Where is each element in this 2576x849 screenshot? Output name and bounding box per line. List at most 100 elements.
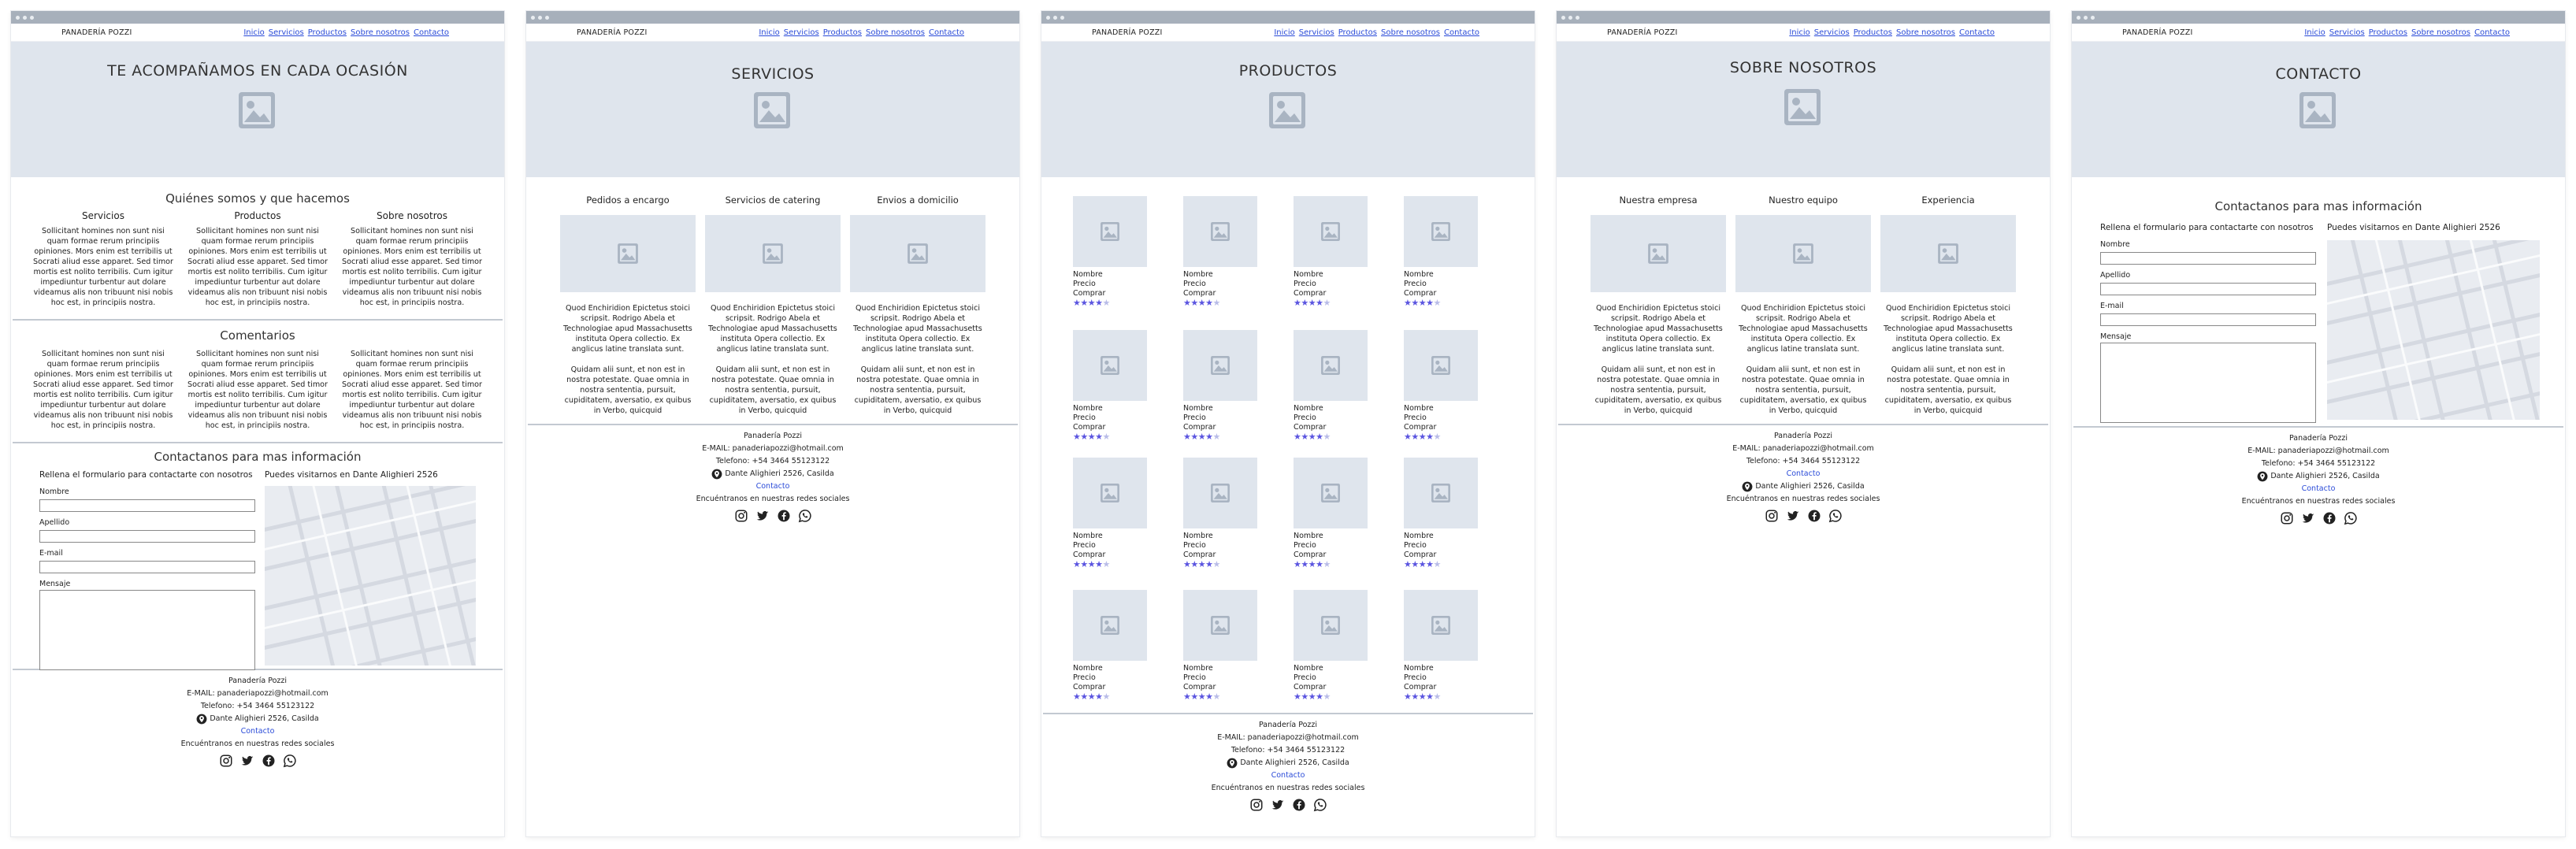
product-card[interactable]: Nombre Precio Comprar ★★★★★	[1404, 330, 1478, 442]
column-title-productos: Productos	[234, 210, 281, 221]
footer-contact-link[interactable]: Contacto	[526, 480, 1019, 493]
nav-link-sobre-nosotros[interactable]: Sobre nosotros	[351, 28, 410, 37]
brand-logo[interactable]: PANADERÍA POZZI	[61, 28, 132, 37]
hero-banner: CONTACTO	[2072, 42, 2565, 177]
twitter-icon[interactable]	[240, 754, 254, 768]
email-label: E-mail	[39, 549, 63, 558]
nav-link-sobre-nosotros[interactable]: Sobre nosotros	[1381, 28, 1440, 37]
facebook-icon[interactable]	[2322, 511, 2337, 525]
facebook-icon[interactable]	[777, 509, 791, 523]
nav-link-sobre-nosotros[interactable]: Sobre nosotros	[1896, 28, 1955, 37]
nav-link-sobre-nosotros[interactable]: Sobre nosotros	[866, 28, 925, 37]
nav-link-inicio[interactable]: Inicio	[759, 28, 779, 37]
image-placeholder-icon	[1100, 615, 1120, 636]
facebook-icon[interactable]	[1292, 798, 1306, 812]
nav-link-productos[interactable]: Productos	[823, 28, 862, 37]
product-card[interactable]: Nombre Precio Comprar ★★★★★	[1073, 458, 1147, 569]
email-field[interactable]	[39, 561, 255, 573]
product-rating: ★★★★★	[1404, 432, 1441, 442]
location-map[interactable]	[265, 486, 476, 665]
nav-link-contacto[interactable]: Contacto	[1444, 28, 1479, 37]
footer-phone: Telefono: +54 3464 55123122	[200, 702, 315, 710]
footer-social-text: Encuéntranos en nuestras redes sociales	[1726, 495, 1880, 503]
nav-link-servicios[interactable]: Servicios	[1814, 28, 1850, 37]
nav-link-productos[interactable]: Productos	[1854, 28, 1892, 37]
instagram-icon[interactable]	[734, 509, 748, 523]
nav-link-servicios[interactable]: Servicios	[1299, 28, 1334, 37]
nav-link-sobre-nosotros[interactable]: Sobre nosotros	[2411, 28, 2470, 37]
twitter-icon[interactable]	[1271, 798, 1285, 812]
product-card[interactable]: Nombre Precio Comprar ★★★★★	[1294, 590, 1368, 702]
nav-link-productos[interactable]: Productos	[1338, 28, 1377, 37]
nav-link-servicios[interactable]: Servicios	[784, 28, 819, 37]
instagram-icon[interactable]	[1249, 798, 1264, 812]
brand-logo[interactable]: PANADERÍA POZZI	[1607, 28, 1678, 37]
message-field[interactable]	[2100, 343, 2316, 423]
nav-link-inicio[interactable]: Inicio	[1274, 28, 1294, 37]
footer-contact-link[interactable]: Contacto	[2072, 483, 2565, 495]
nav-link-contacto[interactable]: Contacto	[929, 28, 964, 37]
footer-contact-link[interactable]: Contacto	[1557, 468, 2050, 480]
whatsapp-icon[interactable]	[283, 754, 297, 768]
product-rating: ★★★★★	[1294, 432, 1331, 442]
whatsapp-icon[interactable]	[2344, 511, 2358, 525]
brand-logo[interactable]: PANADERÍA POZZI	[2122, 28, 2193, 37]
nav-link-servicios[interactable]: Servicios	[269, 28, 304, 37]
facebook-icon[interactable]	[262, 754, 276, 768]
surname-field[interactable]	[39, 530, 255, 543]
nav-link-contacto[interactable]: Contacto	[2474, 28, 2510, 37]
product-card[interactable]: Nombre Precio Comprar ★★★★★	[1294, 330, 1368, 442]
instagram-icon[interactable]	[2280, 511, 2294, 525]
nav-link-contacto[interactable]: Contacto	[1959, 28, 1995, 37]
product-name: Nombre	[1183, 404, 1213, 413]
product-card[interactable]: Nombre Precio Comprar ★★★★★	[1183, 458, 1257, 569]
footer: Panadería Pozzi E-MAIL: panaderiapozzi@h…	[1557, 430, 2050, 523]
twitter-icon[interactable]	[755, 509, 770, 523]
product-card[interactable]: Nombre Precio Comprar ★★★★★	[1404, 196, 1478, 308]
message-field[interactable]	[39, 590, 255, 670]
image-placeholder-icon	[1431, 483, 1451, 503]
brand-logo[interactable]: PANADERÍA POZZI	[1092, 28, 1163, 37]
product-card[interactable]: Nombre Precio Comprar ★★★★★	[1073, 330, 1147, 442]
product-card[interactable]: Nombre Precio Comprar ★★★★★	[1073, 590, 1147, 702]
nav-link-inicio[interactable]: Inicio	[243, 28, 264, 37]
product-card[interactable]: Nombre Precio Comprar ★★★★★	[1294, 196, 1368, 308]
name-field[interactable]	[39, 499, 255, 512]
whatsapp-icon[interactable]	[1828, 509, 1843, 523]
product-card[interactable]: Nombre Precio Comprar ★★★★★	[1294, 458, 1368, 569]
facebook-icon[interactable]	[1807, 509, 1821, 523]
hero-title: CONTACTO	[2275, 65, 2362, 83]
services-page-frame: PANADERÍA POZZI Inicio Servicios Product…	[526, 11, 1019, 836]
location-map[interactable]	[2327, 240, 2540, 420]
name-field[interactable]	[2100, 252, 2316, 265]
surname-field[interactable]	[2100, 283, 2316, 295]
window-title-bar	[1557, 11, 2050, 24]
whatsapp-icon[interactable]	[1313, 798, 1327, 812]
instagram-icon[interactable]	[1765, 509, 1779, 523]
product-card[interactable]: Nombre Precio Comprar ★★★★★	[1183, 330, 1257, 442]
instagram-icon[interactable]	[219, 754, 233, 768]
service-text: Quidam alii sunt, et non est in nostra p…	[854, 365, 982, 415]
product-card[interactable]: Nombre Precio Comprar ★★★★★	[1073, 196, 1147, 308]
brand-logo[interactable]: PANADERÍA POZZI	[577, 28, 648, 37]
footer-email: E-MAIL: panaderiapozzi@hotmail.com	[187, 689, 328, 698]
twitter-icon[interactable]	[1786, 509, 1800, 523]
footer-contact-link[interactable]: Contacto	[1041, 769, 1535, 782]
product-card[interactable]: Nombre Precio Comprar ★★★★★	[1404, 590, 1478, 702]
email-field[interactable]	[2100, 313, 2316, 326]
contact-section: Rellena el formulario para contactarte c…	[11, 464, 504, 670]
footer-contact-link[interactable]: Contacto	[11, 725, 504, 738]
nav-link-inicio[interactable]: Inicio	[1789, 28, 1810, 37]
twitter-icon[interactable]	[2301, 511, 2315, 525]
nav-link-inicio[interactable]: Inicio	[2304, 28, 2325, 37]
whatsapp-icon[interactable]	[798, 509, 812, 523]
product-card[interactable]: Nombre Precio Comprar ★★★★★	[1404, 458, 1478, 569]
product-card[interactable]: Nombre Precio Comprar ★★★★★	[1183, 590, 1257, 702]
service-title-catering: Servicios de catering	[725, 195, 821, 206]
nav-link-contacto[interactable]: Contacto	[414, 28, 449, 37]
product-image	[1073, 330, 1147, 401]
product-card[interactable]: Nombre Precio Comprar ★★★★★	[1183, 196, 1257, 308]
nav-link-servicios[interactable]: Servicios	[2329, 28, 2365, 37]
nav-link-productos[interactable]: Productos	[308, 28, 347, 37]
nav-link-productos[interactable]: Productos	[2369, 28, 2407, 37]
